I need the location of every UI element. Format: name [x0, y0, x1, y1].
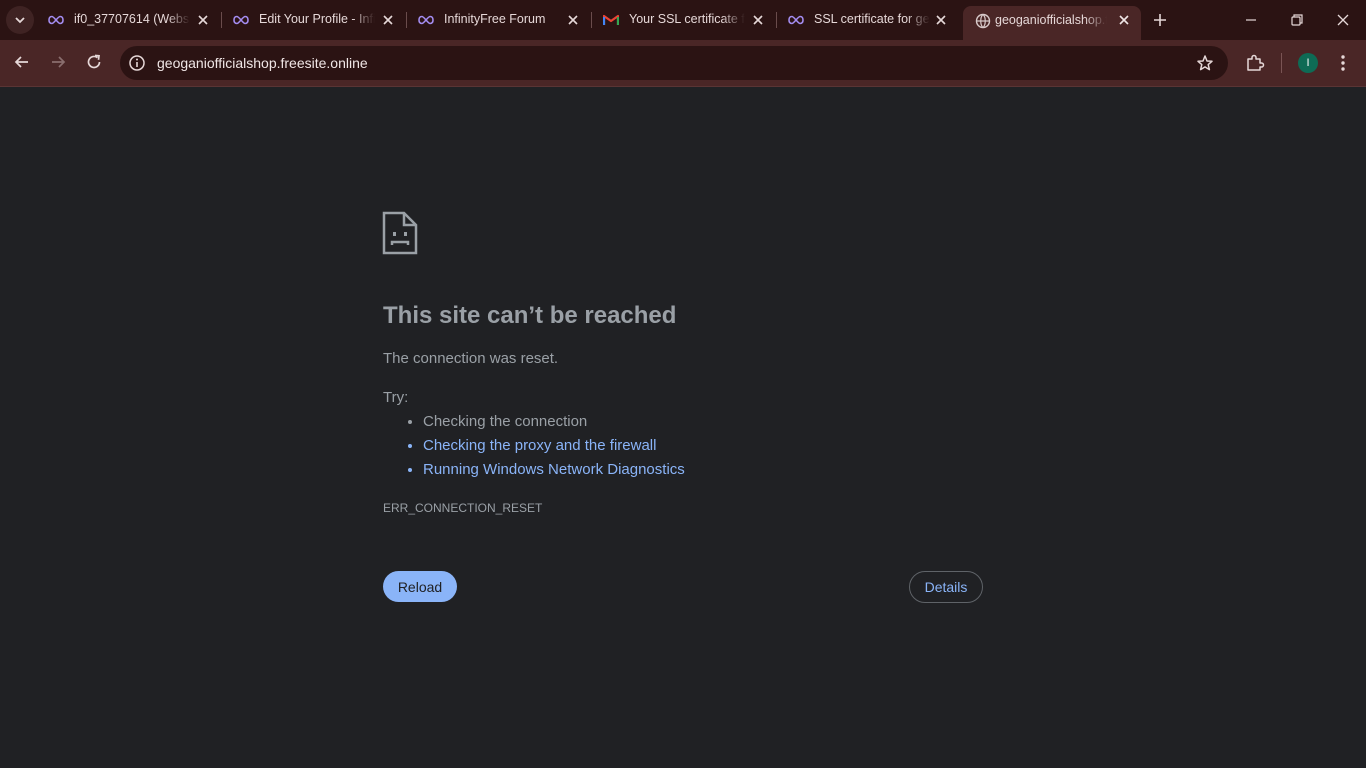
sad-page-icon — [382, 211, 418, 255]
try-label: Try: — [383, 389, 409, 406]
profile-avatar[interactable]: I — [1298, 53, 1318, 73]
tab-gmail-ssl[interactable]: Your SSL certificate fo — [591, 0, 775, 40]
infinity-icon — [418, 15, 434, 25]
tab-search-button[interactable] — [6, 6, 34, 34]
error-code: ERR_CONNECTION_RESET — [383, 501, 543, 515]
close-icon — [936, 15, 946, 25]
suggestion-list: Checking the connection Checking the pro… — [383, 412, 685, 484]
minimize-icon[interactable] — [1243, 12, 1259, 28]
tab-close-button[interactable] — [751, 13, 765, 27]
info-icon[interactable] — [128, 54, 146, 72]
infinity-icon — [48, 15, 64, 25]
close-icon — [753, 15, 763, 25]
globe-icon — [975, 13, 991, 29]
tab-title: Your SSL certificate fo — [629, 12, 745, 26]
infinity-icon — [788, 15, 804, 25]
tab-title: SSL certificate for geo — [814, 12, 930, 26]
tab-website[interactable]: if0_37707614 (Website — [36, 0, 220, 40]
chevron-down-icon — [15, 17, 25, 24]
tab-forum[interactable]: InfinityFree Forum — [406, 0, 590, 40]
window-close-icon[interactable] — [1335, 12, 1351, 28]
tab-title: Edit Your Profile - Infi — [259, 12, 375, 26]
close-icon — [568, 15, 578, 25]
error-description: The connection was reset. — [383, 350, 559, 367]
address-bar[interactable]: geoganiofficialshop.freesite.online — [120, 46, 1228, 80]
forward-arrow-icon[interactable] — [49, 53, 67, 71]
tab-strip: if0_37707614 (Website Edit Your Profile … — [0, 0, 1366, 40]
back-arrow-icon[interactable] — [13, 53, 31, 71]
close-icon — [198, 15, 208, 25]
bookmark-star-icon[interactable] — [1196, 54, 1214, 72]
tab-edit-profile[interactable]: Edit Your Profile - Infi — [221, 0, 405, 40]
reload-icon[interactable] — [85, 53, 103, 71]
tab-geogani-active[interactable]: geoganiofficialshop.fr — [963, 6, 1141, 40]
suggestion-proxy-firewall-link[interactable]: Checking the proxy and the firewall — [423, 436, 685, 460]
tab-close-button[interactable] — [381, 13, 395, 27]
gmail-icon — [603, 14, 619, 25]
restore-icon[interactable] — [1289, 12, 1305, 28]
error-title: This site can’t be reached — [383, 302, 677, 329]
tab-title: if0_37707614 (Website — [74, 12, 190, 26]
reload-button[interactable]: Reload — [383, 571, 457, 602]
suggestion-check-connection: Checking the connection — [423, 412, 685, 436]
infinity-icon — [233, 15, 249, 25]
tab-title: geoganiofficialshop.fr — [995, 13, 1107, 27]
extensions-puzzle-icon[interactable] — [1245, 53, 1265, 73]
more-vert-icon[interactable] — [1336, 53, 1350, 73]
close-icon — [383, 15, 393, 25]
tab-title: InfinityFree Forum — [444, 12, 546, 26]
tab-ssl-certificate[interactable]: SSL certificate for geo — [776, 0, 960, 40]
suggestion-network-diagnostics-link[interactable]: Running Windows Network Diagnostics — [423, 460, 685, 484]
toolbar-separator — [1281, 53, 1282, 73]
new-tab-button[interactable] — [1152, 12, 1168, 28]
url-text[interactable]: geoganiofficialshop.freesite.online — [157, 55, 368, 71]
tab-close-button[interactable] — [566, 13, 580, 27]
tab-close-button[interactable] — [1117, 13, 1131, 27]
browser-toolbar: geoganiofficialshop.freesite.online I — [0, 40, 1366, 87]
tab-close-button[interactable] — [934, 13, 948, 27]
close-icon — [1119, 15, 1129, 25]
tab-close-button[interactable] — [196, 13, 210, 27]
details-button[interactable]: Details — [909, 571, 983, 603]
